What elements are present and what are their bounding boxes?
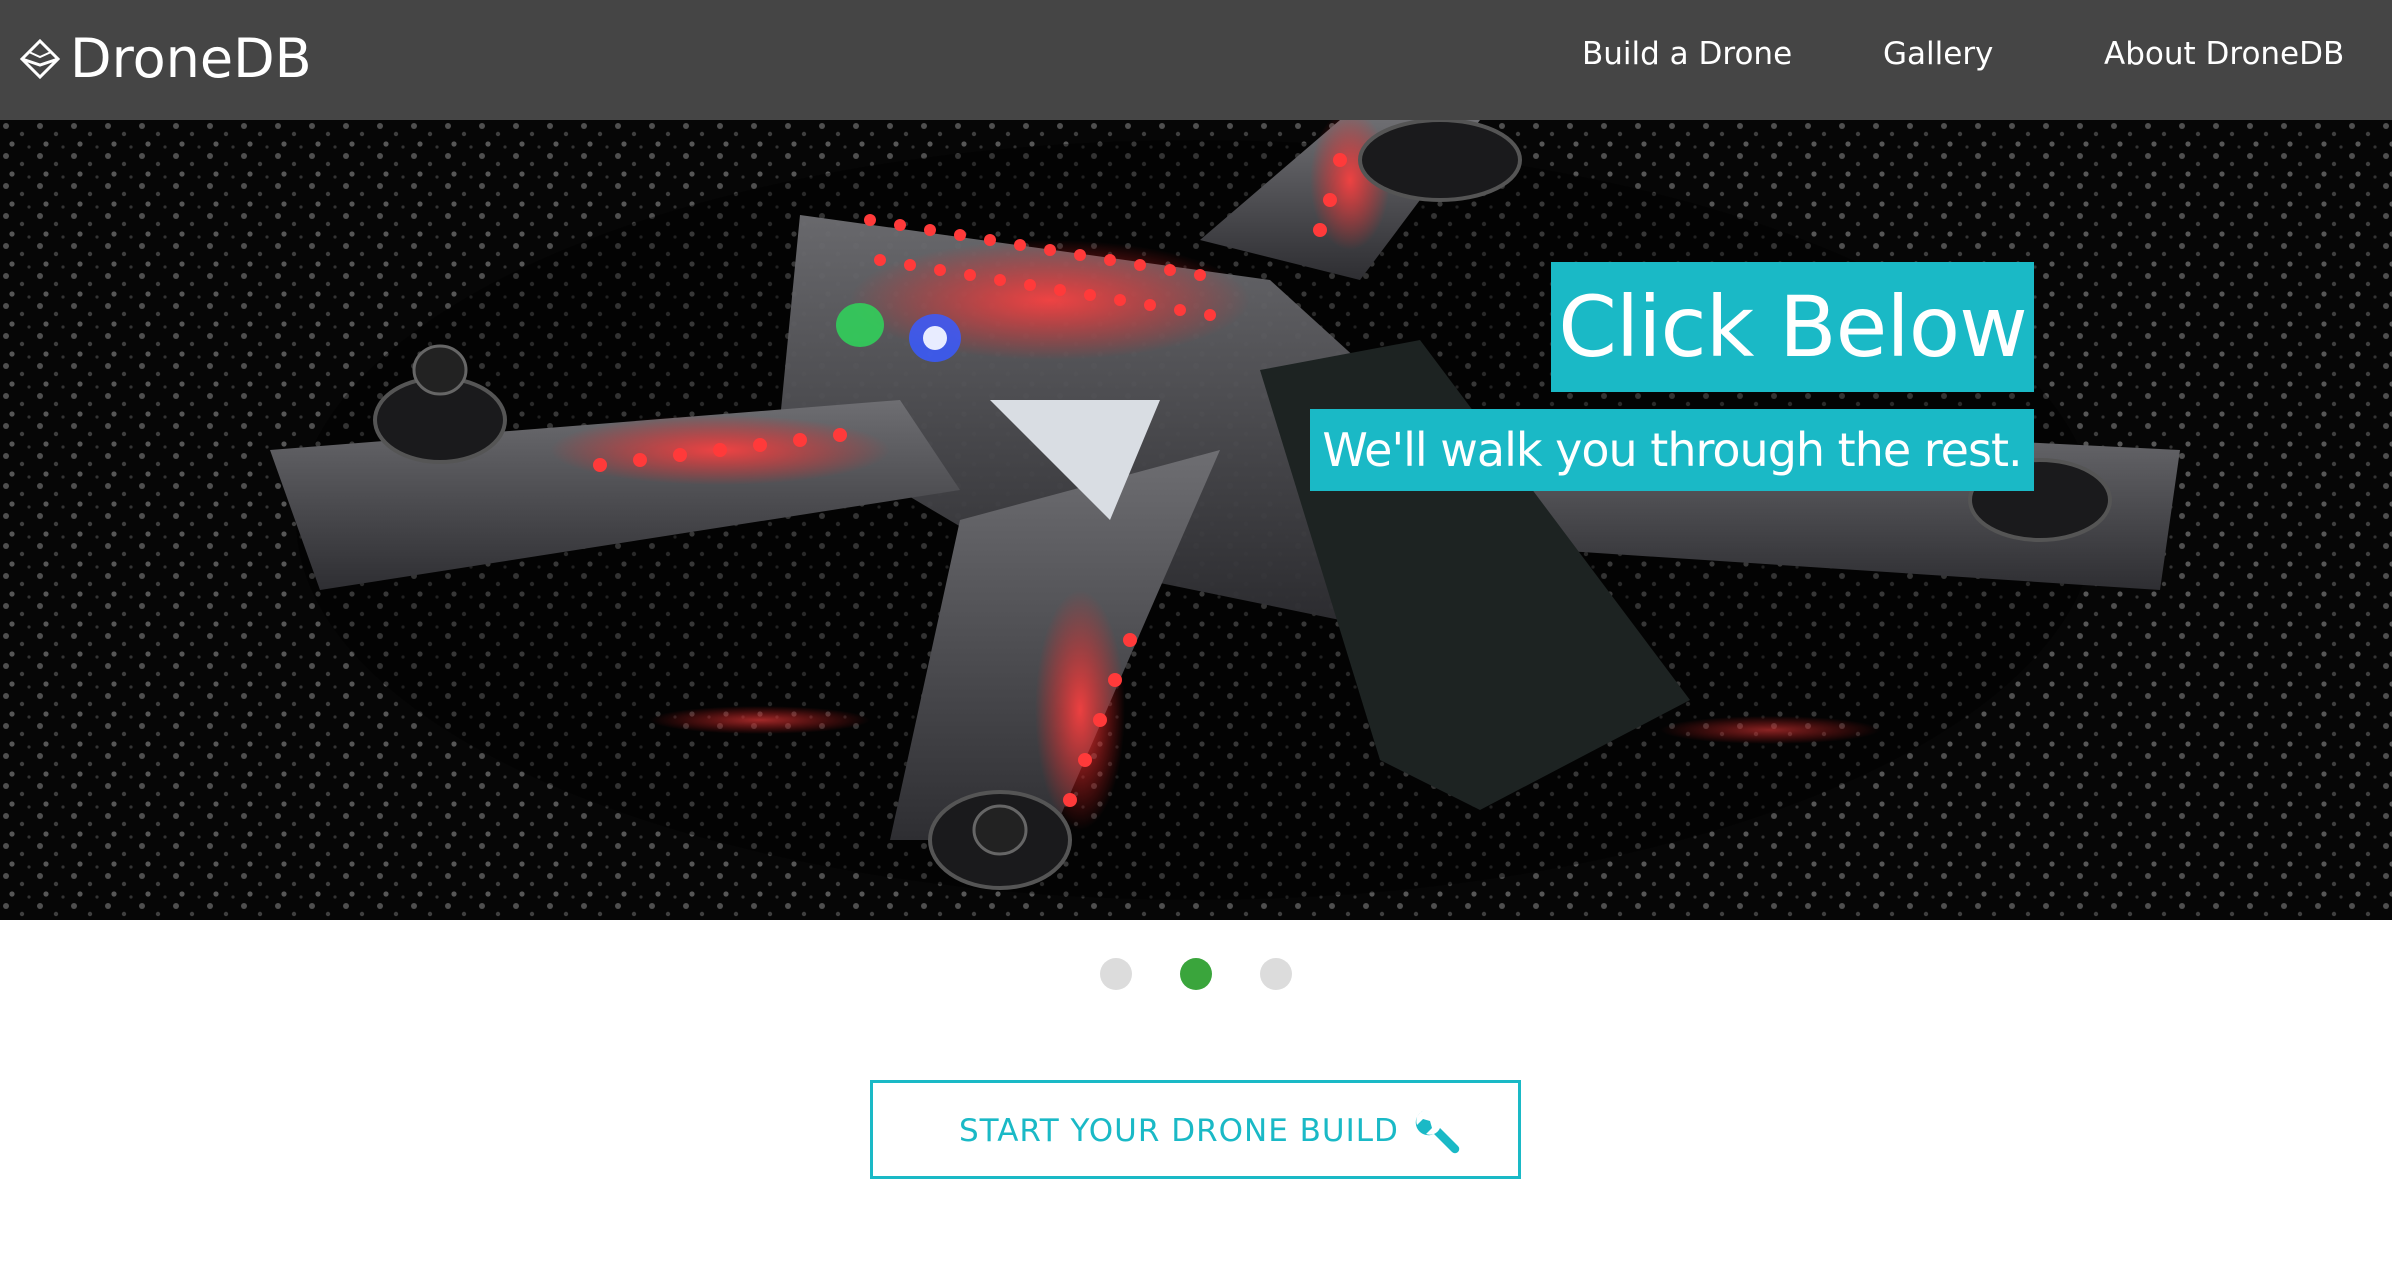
start-build-button[interactable]: START YOUR DRONE BUILD (870, 1080, 1521, 1179)
carousel-indicators (1100, 958, 1300, 990)
carousel-dot-1[interactable] (1100, 958, 1132, 990)
hero-subtitle: We'll walk you through the rest. (1310, 409, 2034, 491)
brand-logo-icon (19, 38, 61, 80)
start-build-label: START YOUR DRONE BUILD (959, 1113, 1399, 1149)
carousel-dot-2-active[interactable] (1180, 958, 1212, 990)
nav-build-a-drone[interactable]: Build a Drone (1582, 34, 1792, 74)
nav-about-dronedb[interactable]: About DroneDB (2104, 34, 2344, 74)
carousel-dot-3[interactable] (1260, 958, 1292, 990)
wrench-icon (1415, 1111, 1460, 1154)
nav-gallery[interactable]: Gallery (1883, 34, 1993, 74)
hero-carousel-slide[interactable]: Click Below We'll walk you through the r… (0, 120, 2392, 920)
drone-photo (0, 120, 2392, 920)
site-header: DroneDB Build a Drone Gallery About Dron… (0, 0, 2392, 120)
brand-link[interactable]: DroneDB (16, 24, 312, 94)
hero-title: Click Below (1551, 262, 2034, 392)
brand-name: DroneDB (70, 27, 312, 90)
